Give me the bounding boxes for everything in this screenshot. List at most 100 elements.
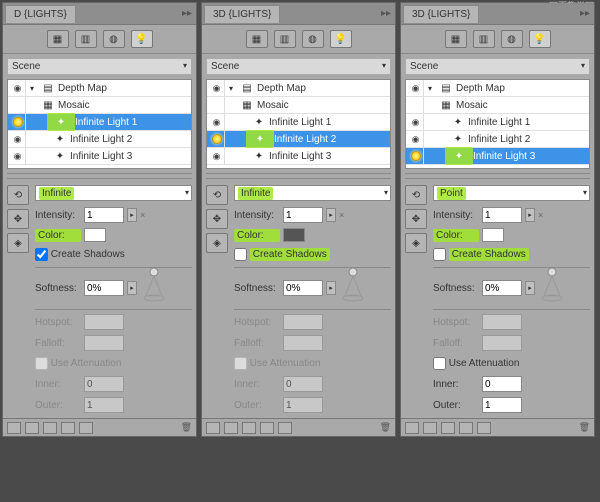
tree-light-row[interactable]: ◉ ✦ Infinite Light 1 — [207, 114, 390, 131]
toggle-icon[interactable] — [43, 422, 57, 434]
tree-light-row[interactable]: ◉ ✦ Infinite Light 3 — [207, 148, 390, 165]
misc-footer-icon[interactable] — [278, 422, 292, 434]
orbit-tool-icon[interactable]: ⟲ — [405, 185, 427, 205]
collapse-arrows-icon[interactable]: ▸▸ — [381, 8, 391, 19]
tree-light-row[interactable]: ✦ Infinite Light 3 — [406, 148, 589, 165]
light-type-dropdown[interactable]: Infinite ▾ — [234, 185, 391, 201]
tree-light-row[interactable]: ◉ ✦ Infinite Light 1 — [406, 114, 589, 131]
collapse-arrows-icon[interactable]: ▸▸ — [580, 8, 590, 19]
footer-trash-icon[interactable]: 🗑 — [181, 422, 192, 433]
tree-light-row[interactable]: ◉ ✦ Infinite Light 2 — [406, 131, 589, 148]
use-attenuation-checkbox[interactable] — [433, 357, 446, 370]
eye-icon[interactable]: ◉ — [14, 83, 22, 94]
color-swatch[interactable] — [84, 228, 106, 242]
misc-footer-icon[interactable] — [260, 422, 274, 434]
tree-depth-row[interactable]: ◉ ▾ ▤ Depth Map — [207, 80, 390, 97]
light-type-dropdown[interactable]: Infinite ▾ — [35, 185, 192, 201]
tree-mosaic-row[interactable]: ▦ Mosaic — [8, 97, 191, 114]
misc-footer-icon[interactable] — [79, 422, 93, 434]
scene-dropdown[interactable]: Scene ▾ — [7, 58, 192, 75]
eye-icon[interactable]: ◉ — [412, 83, 420, 94]
inner-input[interactable] — [482, 376, 522, 392]
lights-filter-icon[interactable]: 💡 — [131, 30, 153, 48]
color-swatch[interactable] — [283, 228, 305, 242]
expand-icon[interactable]: ▾ — [227, 84, 235, 93]
softness-input[interactable] — [482, 280, 522, 296]
intensity-stepper[interactable]: ▸ — [326, 208, 336, 222]
tree-mosaic-row[interactable]: ▦ Mosaic — [406, 97, 589, 114]
eye-icon[interactable]: ◉ — [213, 83, 221, 94]
misc-footer-icon[interactable] — [477, 422, 491, 434]
delete-icon[interactable] — [224, 422, 238, 434]
tree-mosaic-row[interactable]: ▦ Mosaic — [207, 97, 390, 114]
softness-input[interactable] — [84, 280, 124, 296]
tree-light-row[interactable]: ◉ ✦ Infinite Light 3 — [8, 148, 191, 165]
panel-tab[interactable]: D {LIGHTS} — [5, 5, 76, 23]
create-shadows-row[interactable]: Create Shadows — [433, 248, 590, 261]
scene-filter-icon[interactable]: ▦ — [47, 30, 69, 48]
move-tool-icon[interactable]: ✥ — [405, 209, 427, 229]
toggle-icon[interactable] — [441, 422, 455, 434]
eye-icon[interactable]: ◉ — [14, 151, 22, 162]
eye-icon[interactable]: ◉ — [412, 117, 420, 128]
new-light-icon[interactable] — [206, 422, 220, 434]
panel-tab[interactable]: 3D {LIGHTS} — [204, 5, 280, 23]
color-swatch[interactable] — [482, 228, 504, 242]
scene-filter-icon[interactable]: ▦ — [445, 30, 467, 48]
footer-trash-icon[interactable]: 🗑 — [579, 422, 590, 433]
tree-light-row[interactable]: ◉ ✦ Infinite Light 2 — [8, 131, 191, 148]
intensity-input[interactable] — [84, 207, 124, 223]
eye-icon[interactable]: ◉ — [213, 151, 221, 162]
create-shadows-row[interactable]: Create Shadows — [35, 248, 192, 261]
intensity-stepper[interactable]: ▸ — [127, 208, 137, 222]
create-shadows-checkbox[interactable] — [234, 248, 247, 261]
create-shadows-checkbox[interactable] — [35, 248, 48, 261]
outer-input[interactable] — [482, 397, 522, 413]
softness-stepper[interactable]: ▸ — [525, 281, 535, 295]
point-tool-icon[interactable]: ◈ — [405, 233, 427, 253]
tree-depth-row[interactable]: ◉ ▾ ▤ Depth Map — [406, 80, 589, 97]
softness-stepper[interactable]: ▸ — [326, 281, 336, 295]
use-attenuation-row[interactable]: Use Attenuation — [433, 357, 590, 370]
tree-depth-row[interactable]: ◉ ▾ ▤ Depth Map — [8, 80, 191, 97]
eye-icon[interactable]: ◉ — [412, 134, 420, 145]
new-light-icon[interactable] — [405, 422, 419, 434]
point-tool-icon[interactable]: ◈ — [206, 233, 228, 253]
move-tool-icon[interactable]: ✥ — [206, 209, 228, 229]
orbit-tool-icon[interactable]: ⟲ — [7, 185, 29, 205]
scene-dropdown[interactable]: Scene ▾ — [405, 58, 590, 75]
intensity-input[interactable] — [482, 207, 522, 223]
new-light-icon[interactable] — [7, 422, 21, 434]
expand-icon[interactable]: ▾ — [28, 84, 36, 93]
toggle-icon[interactable] — [242, 422, 256, 434]
intensity-stepper[interactable]: ▸ — [525, 208, 535, 222]
delete-icon[interactable] — [25, 422, 39, 434]
eye-icon[interactable]: ◉ — [213, 117, 221, 128]
light-type-dropdown[interactable]: Point ▾ — [433, 185, 590, 201]
lights-filter-icon[interactable]: 💡 — [529, 30, 551, 48]
scene-dropdown[interactable]: Scene ▾ — [206, 58, 391, 75]
orbit-tool-icon[interactable]: ⟲ — [206, 185, 228, 205]
eye-icon[interactable]: ◉ — [14, 134, 22, 145]
softness-input[interactable] — [283, 280, 323, 296]
footer-trash-icon[interactable]: 🗑 — [380, 422, 391, 433]
move-tool-icon[interactable]: ✥ — [7, 209, 29, 229]
softness-stepper[interactable]: ▸ — [127, 281, 137, 295]
create-shadows-row[interactable]: Create Shadows — [234, 248, 391, 261]
misc-footer-icon[interactable] — [61, 422, 75, 434]
point-tool-icon[interactable]: ◈ — [7, 233, 29, 253]
materials-filter-icon[interactable]: ◍ — [103, 30, 125, 48]
panel-tab[interactable]: 3D {LIGHTS} — [403, 5, 479, 23]
misc-footer-icon[interactable] — [459, 422, 473, 434]
collapse-arrows-icon[interactable]: ▸▸ — [182, 8, 192, 19]
mesh-filter-icon[interactable]: ▥ — [473, 30, 495, 48]
delete-icon[interactable] — [423, 422, 437, 434]
mesh-filter-icon[interactable]: ▥ — [274, 30, 296, 48]
lights-filter-icon[interactable]: 💡 — [330, 30, 352, 48]
intensity-input[interactable] — [283, 207, 323, 223]
scene-filter-icon[interactable]: ▦ — [246, 30, 268, 48]
mesh-filter-icon[interactable]: ▥ — [75, 30, 97, 48]
tree-light-row[interactable]: ✦ Infinite Light 1 — [8, 114, 191, 131]
expand-icon[interactable]: ▾ — [426, 84, 434, 93]
materials-filter-icon[interactable]: ◍ — [302, 30, 324, 48]
